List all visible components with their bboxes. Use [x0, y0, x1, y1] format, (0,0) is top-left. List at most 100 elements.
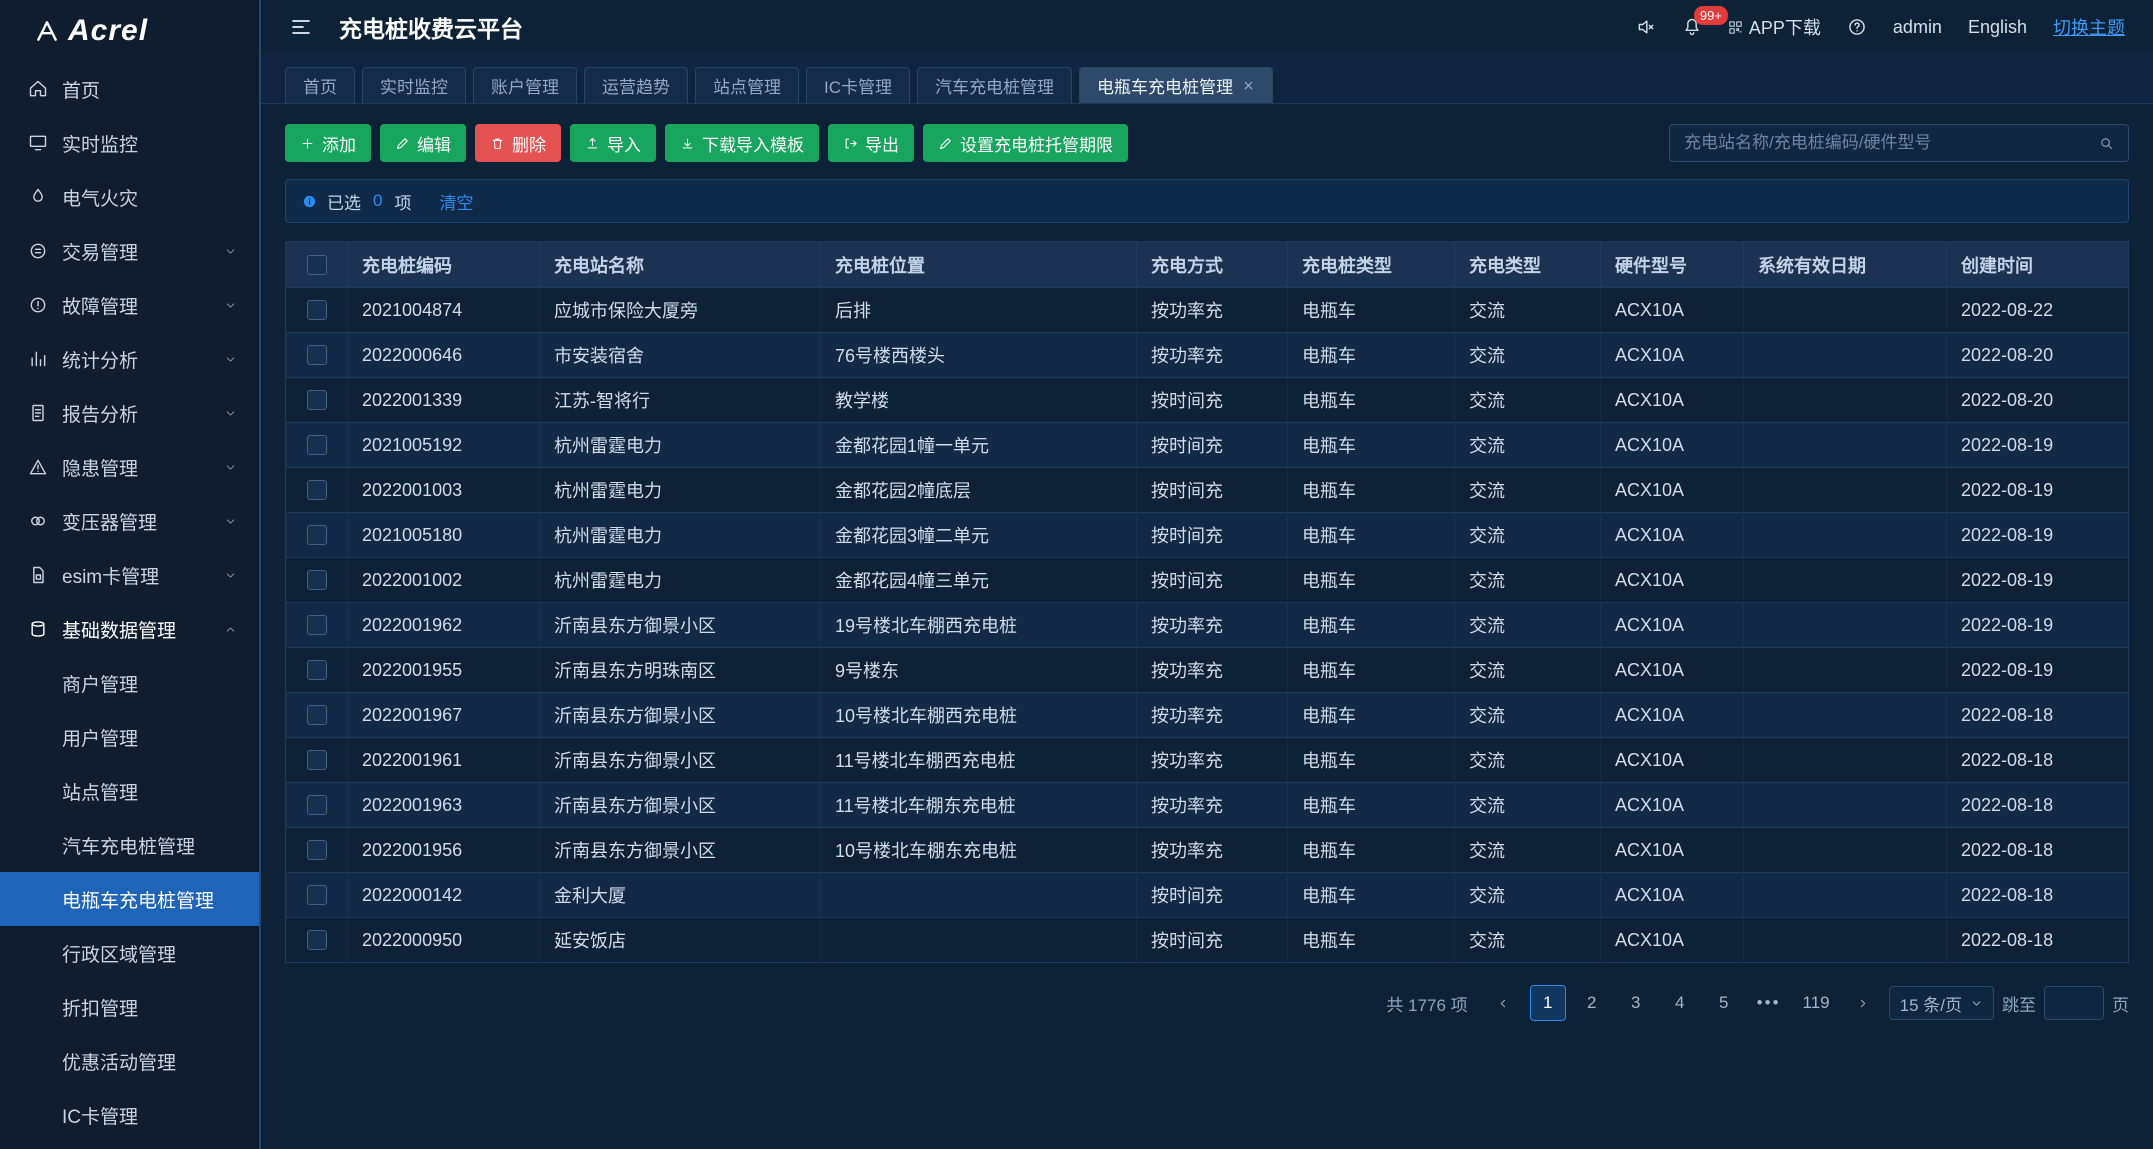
table-row[interactable]: 2022001003 杭州雷霆电力 金都花园2幢底层 按时间充 电瓶车 交流 A… — [286, 468, 2128, 513]
import-button[interactable]: 导入 — [570, 124, 656, 162]
sidebar-item-transformer-mgmt[interactable]: 变压器管理 — [0, 494, 259, 548]
sidebar-subitem-merchant-mgmt[interactable]: 商户管理 — [0, 656, 259, 710]
notification-bell-icon[interactable]: 99+ — [1682, 17, 1702, 37]
row-checkbox[interactable] — [307, 390, 327, 410]
more-pages-button[interactable]: ••• — [1750, 985, 1788, 1021]
sidebar-item-hazard-mgmt[interactable]: 隐患管理 — [0, 440, 259, 494]
mute-speaker-icon[interactable] — [1636, 17, 1656, 37]
sidebar-subitem-car-charging-pile-mgmt[interactable]: 汽车充电桩管理 — [0, 818, 259, 872]
cell-hardware-model: ACX10A — [1601, 603, 1744, 648]
table-row[interactable]: 2021005180 杭州雷霆电力 金都花园3幢二单元 按时间充 电瓶车 交流 … — [286, 513, 2128, 558]
help-icon[interactable] — [1847, 17, 1867, 37]
sidebar-subitem-site-mgmt[interactable]: 站点管理 — [0, 764, 259, 818]
tab-home[interactable]: 首页 — [285, 67, 355, 103]
sidebar-item-report-analysis[interactable]: 报告分析 — [0, 386, 259, 440]
delete-button[interactable]: 删除 — [475, 124, 561, 162]
sidebar-item-home[interactable]: 首页 — [0, 62, 259, 116]
edit-button[interactable]: 编辑 — [380, 124, 466, 162]
table-row[interactable]: 2022001963 沂南县东方御景小区 11号楼北车棚东充电桩 按功率充 电瓶… — [286, 783, 2128, 828]
theme-switch-link[interactable]: 切换主题 — [2053, 14, 2125, 40]
table-row[interactable]: 2022000646 市安装宿舍 76号楼西楼头 按功率充 电瓶车 交流 ACX… — [286, 333, 2128, 378]
subitem-label: 用户管理 — [62, 724, 138, 751]
table-row[interactable]: 2021004874 应城市保险大厦旁 后排 按功率充 电瓶车 交流 ACX10… — [286, 288, 2128, 333]
sidebar-item-fault-mgmt[interactable]: 故障管理 — [0, 278, 259, 332]
sidebar-item-electrical-fire[interactable]: 电气火灾 — [0, 170, 259, 224]
sidebar-subitem-ic-card-mgmt[interactable]: IC卡管理 — [0, 1088, 259, 1142]
sidebar-subitem-ebike-charging-pile-mgmt[interactable]: 电瓶车充电桩管理 — [0, 872, 259, 926]
page-size-select[interactable]: 15 条/页 — [1889, 986, 1994, 1020]
page-button-3[interactable]: 3 — [1618, 985, 1654, 1021]
tab-ebike-charging-pile-mgmt[interactable]: 电瓶车充电桩管理 — [1079, 67, 1273, 103]
page-button-1[interactable]: 1 — [1530, 985, 1566, 1021]
set-hosting-period-button[interactable]: 设置充电桩托管期限 — [923, 124, 1128, 162]
row-checkbox[interactable] — [307, 750, 327, 770]
sidebar-subitem-admin-region-mgmt[interactable]: 行政区域管理 — [0, 926, 259, 980]
select-all-checkbox[interactable] — [307, 255, 327, 275]
cell-valid-date — [1744, 873, 1947, 918]
cell-charge-type: 交流 — [1455, 513, 1601, 558]
table-row[interactable]: 2022001956 沂南县东方御景小区 10号楼北车棚东充电桩 按功率充 电瓶… — [286, 828, 2128, 873]
sidebar-collapse-icon[interactable] — [289, 15, 313, 39]
next-page-button[interactable] — [1845, 985, 1881, 1021]
row-checkbox[interactable] — [307, 840, 327, 860]
row-checkbox[interactable] — [307, 930, 327, 950]
jump-page-input[interactable] — [2044, 986, 2104, 1020]
export-button[interactable]: 导出 — [828, 124, 914, 162]
table-row[interactable]: 2021005192 杭州雷霆电力 金都花园1幢一单元 按时间充 电瓶车 交流 … — [286, 423, 2128, 468]
chevron-down-icon — [224, 569, 237, 582]
add-button[interactable]: 添加 — [285, 124, 371, 162]
page-button-5[interactable]: 5 — [1706, 985, 1742, 1021]
tab-account-mgmt[interactable]: 账户管理 — [473, 67, 577, 103]
row-checkbox[interactable] — [307, 345, 327, 365]
row-checkbox[interactable] — [307, 885, 327, 905]
prev-page-button[interactable] — [1486, 985, 1522, 1021]
page-button-2[interactable]: 2 — [1574, 985, 1610, 1021]
tab-car-charging-pile-mgmt[interactable]: 汽车充电桩管理 — [917, 67, 1072, 103]
table-row[interactable]: 2022000950 延安饭店 按时间充 电瓶车 交流 ACX10A 2022-… — [286, 918, 2128, 963]
table-row[interactable]: 2022000142 金利大厦 按时间充 电瓶车 交流 ACX10A 2022-… — [286, 873, 2128, 918]
row-checkbox[interactable] — [307, 570, 327, 590]
sidebar-item-esim-card-mgmt[interactable]: esim卡管理 — [0, 548, 259, 602]
tab-ic-card-mgmt[interactable]: IC卡管理 — [806, 67, 910, 103]
search-input[interactable] — [1670, 133, 2084, 153]
subitem-label: 汽车充电桩管理 — [62, 832, 195, 859]
sidebar-subitem-discount-mgmt[interactable]: 折扣管理 — [0, 980, 259, 1034]
cell-charge-method: 按功率充 — [1137, 603, 1288, 648]
table-row[interactable]: 2022001961 沂南县东方御景小区 11号楼北车棚西充电桩 按功率充 电瓶… — [286, 738, 2128, 783]
cell-hardware-model: ACX10A — [1601, 918, 1744, 963]
table-row[interactable]: 2022001967 沂南县东方御景小区 10号楼北车棚西充电桩 按功率充 电瓶… — [286, 693, 2128, 738]
tab-site-mgmt[interactable]: 站点管理 — [695, 67, 799, 103]
sidebar-subitem-user-mgmt[interactable]: 用户管理 — [0, 710, 259, 764]
tab-close-icon[interactable] — [1242, 79, 1255, 92]
table-row[interactable]: 2022001339 江苏-智将行 教学楼 按时间充 电瓶车 交流 ACX10A… — [286, 378, 2128, 423]
sidebar-item-realtime-monitoring[interactable]: 实时监控 — [0, 116, 259, 170]
subitem-label: 折扣管理 — [62, 994, 138, 1021]
cell-charge-type: 交流 — [1455, 918, 1601, 963]
row-checkbox[interactable] — [307, 705, 327, 725]
sidebar-item-basic-data-mgmt[interactable]: 基础数据管理 — [0, 602, 259, 656]
row-checkbox[interactable] — [307, 660, 327, 680]
page-button-119[interactable]: 119 — [1796, 985, 1837, 1021]
app-download-button[interactable]: APP下载 — [1728, 14, 1821, 40]
sidebar-item-statistics[interactable]: 统计分析 — [0, 332, 259, 386]
table-row[interactable]: 2022001002 杭州雷霆电力 金都花园4幢三单元 按时间充 电瓶车 交流 … — [286, 558, 2128, 603]
cell-pile-code: 2022001967 — [348, 693, 540, 738]
download-template-button[interactable]: 下载导入模板 — [665, 124, 819, 162]
clear-selection-link[interactable]: 清空 — [439, 189, 473, 214]
row-checkbox[interactable] — [307, 525, 327, 545]
search-icon[interactable] — [2084, 136, 2128, 151]
table-row[interactable]: 2022001955 沂南县东方明珠南区 9号楼东 按功率充 电瓶车 交流 AC… — [286, 648, 2128, 693]
row-checkbox[interactable] — [307, 480, 327, 500]
row-checkbox[interactable] — [307, 795, 327, 815]
table-row[interactable]: 2022001962 沂南县东方御景小区 19号楼北车棚西充电桩 按功率充 电瓶… — [286, 603, 2128, 648]
current-user[interactable]: admin — [1893, 17, 1942, 38]
row-checkbox[interactable] — [307, 435, 327, 455]
row-checkbox[interactable] — [307, 300, 327, 320]
sidebar-item-transaction-mgmt[interactable]: 交易管理 — [0, 224, 259, 278]
language-switch[interactable]: English — [1968, 17, 2027, 38]
tab-operation-trend[interactable]: 运营趋势 — [584, 67, 688, 103]
page-button-4[interactable]: 4 — [1662, 985, 1698, 1021]
tab-realtime-monitoring[interactable]: 实时监控 — [362, 67, 466, 103]
sidebar-subitem-promotion-mgmt[interactable]: 优惠活动管理 — [0, 1034, 259, 1088]
row-checkbox[interactable] — [307, 615, 327, 635]
